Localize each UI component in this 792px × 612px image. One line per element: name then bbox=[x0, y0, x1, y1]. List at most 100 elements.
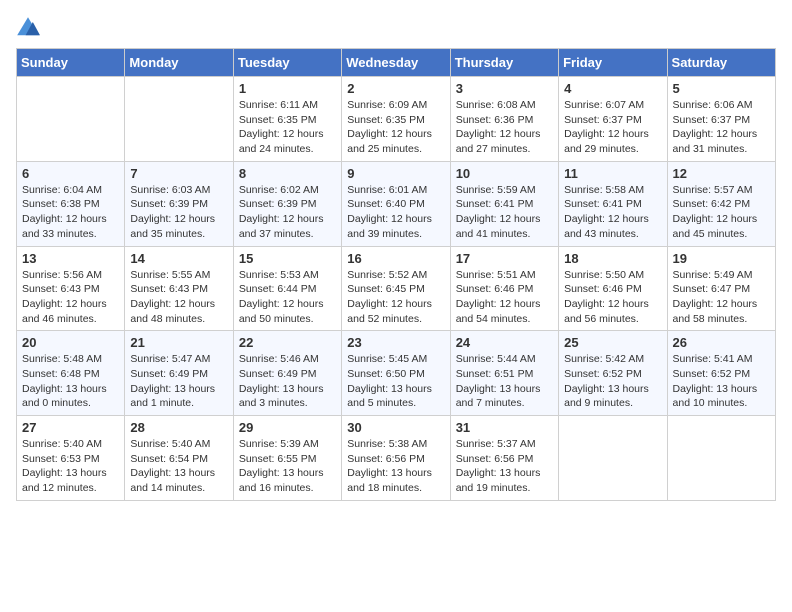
column-header-monday: Monday bbox=[125, 49, 233, 77]
calendar-cell: 26 Sunrise: 5:41 AM Sunset: 6:52 PM Dayli… bbox=[667, 331, 775, 416]
day-info: Sunrise: 5:41 AM Sunset: 6:52 PM Dayligh… bbox=[673, 352, 770, 411]
column-header-thursday: Thursday bbox=[450, 49, 558, 77]
calendar-cell: 24 Sunrise: 5:44 AM Sunset: 6:51 PM Dayli… bbox=[450, 331, 558, 416]
day-number: 5 bbox=[673, 81, 770, 96]
day-info: Sunrise: 6:03 AM Sunset: 6:39 PM Dayligh… bbox=[130, 183, 227, 242]
calendar-cell: 1 Sunrise: 6:11 AM Sunset: 6:35 PM Daylig… bbox=[233, 77, 341, 162]
calendar-cell: 2 Sunrise: 6:09 AM Sunset: 6:35 PM Daylig… bbox=[342, 77, 450, 162]
day-number: 22 bbox=[239, 335, 336, 350]
calendar-cell: 6 Sunrise: 6:04 AM Sunset: 6:38 PM Daylig… bbox=[17, 161, 125, 246]
day-info: Sunrise: 5:47 AM Sunset: 6:49 PM Dayligh… bbox=[130, 352, 227, 411]
day-number: 28 bbox=[130, 420, 227, 435]
day-info: Sunrise: 5:37 AM Sunset: 6:56 PM Dayligh… bbox=[456, 437, 553, 496]
calendar-week-4: 20 Sunrise: 5:48 AM Sunset: 6:48 PM Dayli… bbox=[17, 331, 776, 416]
column-header-sunday: Sunday bbox=[17, 49, 125, 77]
day-number: 27 bbox=[22, 420, 119, 435]
calendar-cell: 30 Sunrise: 5:38 AM Sunset: 6:56 PM Dayli… bbox=[342, 416, 450, 501]
day-info: Sunrise: 5:55 AM Sunset: 6:43 PM Dayligh… bbox=[130, 268, 227, 327]
calendar-cell: 21 Sunrise: 5:47 AM Sunset: 6:49 PM Dayli… bbox=[125, 331, 233, 416]
calendar-cell bbox=[125, 77, 233, 162]
day-info: Sunrise: 5:52 AM Sunset: 6:45 PM Dayligh… bbox=[347, 268, 444, 327]
day-info: Sunrise: 5:57 AM Sunset: 6:42 PM Dayligh… bbox=[673, 183, 770, 242]
column-header-saturday: Saturday bbox=[667, 49, 775, 77]
day-number: 16 bbox=[347, 251, 444, 266]
calendar-week-2: 6 Sunrise: 6:04 AM Sunset: 6:38 PM Daylig… bbox=[17, 161, 776, 246]
day-number: 12 bbox=[673, 166, 770, 181]
day-info: Sunrise: 5:58 AM Sunset: 6:41 PM Dayligh… bbox=[564, 183, 661, 242]
calendar-week-1: 1 Sunrise: 6:11 AM Sunset: 6:35 PM Daylig… bbox=[17, 77, 776, 162]
day-info: Sunrise: 5:48 AM Sunset: 6:48 PM Dayligh… bbox=[22, 352, 119, 411]
day-number: 20 bbox=[22, 335, 119, 350]
day-number: 31 bbox=[456, 420, 553, 435]
calendar-cell: 22 Sunrise: 5:46 AM Sunset: 6:49 PM Dayli… bbox=[233, 331, 341, 416]
calendar-cell: 14 Sunrise: 5:55 AM Sunset: 6:43 PM Dayli… bbox=[125, 246, 233, 331]
calendar-cell: 8 Sunrise: 6:02 AM Sunset: 6:39 PM Daylig… bbox=[233, 161, 341, 246]
calendar-cell: 12 Sunrise: 5:57 AM Sunset: 6:42 PM Dayli… bbox=[667, 161, 775, 246]
calendar-cell: 16 Sunrise: 5:52 AM Sunset: 6:45 PM Dayli… bbox=[342, 246, 450, 331]
day-info: Sunrise: 6:02 AM Sunset: 6:39 PM Dayligh… bbox=[239, 183, 336, 242]
day-number: 29 bbox=[239, 420, 336, 435]
day-number: 4 bbox=[564, 81, 661, 96]
logo bbox=[16, 16, 44, 40]
day-info: Sunrise: 5:38 AM Sunset: 6:56 PM Dayligh… bbox=[347, 437, 444, 496]
day-number: 1 bbox=[239, 81, 336, 96]
column-header-wednesday: Wednesday bbox=[342, 49, 450, 77]
day-number: 30 bbox=[347, 420, 444, 435]
calendar-cell: 31 Sunrise: 5:37 AM Sunset: 6:56 PM Dayli… bbox=[450, 416, 558, 501]
calendar-cell: 19 Sunrise: 5:49 AM Sunset: 6:47 PM Dayli… bbox=[667, 246, 775, 331]
day-info: Sunrise: 5:50 AM Sunset: 6:46 PM Dayligh… bbox=[564, 268, 661, 327]
column-header-tuesday: Tuesday bbox=[233, 49, 341, 77]
calendar-cell: 9Sunrise: 6:01 AM Sunset: 6:40 PM Daylig… bbox=[342, 161, 450, 246]
day-info: Sunrise: 5:49 AM Sunset: 6:47 PM Dayligh… bbox=[673, 268, 770, 327]
day-info: Sunrise: 6:09 AM Sunset: 6:35 PM Dayligh… bbox=[347, 98, 444, 157]
day-number: 7 bbox=[130, 166, 227, 181]
day-number: 26 bbox=[673, 335, 770, 350]
day-number: 15 bbox=[239, 251, 336, 266]
day-number: 13 bbox=[22, 251, 119, 266]
calendar-cell: 23 Sunrise: 5:45 AM Sunset: 6:50 PM Dayli… bbox=[342, 331, 450, 416]
day-info: Sunrise: 5:53 AM Sunset: 6:44 PM Dayligh… bbox=[239, 268, 336, 327]
day-number: 19 bbox=[673, 251, 770, 266]
calendar-cell bbox=[667, 416, 775, 501]
day-number: 2 bbox=[347, 81, 444, 96]
day-info: Sunrise: 5:42 AM Sunset: 6:52 PM Dayligh… bbox=[564, 352, 661, 411]
day-info: Sunrise: 6:11 AM Sunset: 6:35 PM Dayligh… bbox=[239, 98, 336, 157]
calendar-cell: 29Sunrise: 5:39 AM Sunset: 6:55 PM Dayli… bbox=[233, 416, 341, 501]
calendar-cell: 25 Sunrise: 5:42 AM Sunset: 6:52 PM Dayli… bbox=[559, 331, 667, 416]
calendar-header-row: SundayMondayTuesdayWednesdayThursdayFrid… bbox=[17, 49, 776, 77]
calendar-cell: 11 Sunrise: 5:58 AM Sunset: 6:41 PM Dayli… bbox=[559, 161, 667, 246]
calendar-cell: 13Sunrise: 5:56 AM Sunset: 6:43 PM Dayli… bbox=[17, 246, 125, 331]
day-number: 18 bbox=[564, 251, 661, 266]
calendar-cell: 17Sunrise: 5:51 AM Sunset: 6:46 PM Dayli… bbox=[450, 246, 558, 331]
day-number: 24 bbox=[456, 335, 553, 350]
day-info: Sunrise: 6:08 AM Sunset: 6:36 PM Dayligh… bbox=[456, 98, 553, 157]
page-header bbox=[16, 16, 776, 40]
day-number: 11 bbox=[564, 166, 661, 181]
calendar-cell: 10 Sunrise: 5:59 AM Sunset: 6:41 PM Dayli… bbox=[450, 161, 558, 246]
day-info: Sunrise: 6:06 AM Sunset: 6:37 PM Dayligh… bbox=[673, 98, 770, 157]
day-number: 8 bbox=[239, 166, 336, 181]
calendar-cell: 20 Sunrise: 5:48 AM Sunset: 6:48 PM Dayli… bbox=[17, 331, 125, 416]
day-number: 14 bbox=[130, 251, 227, 266]
day-number: 23 bbox=[347, 335, 444, 350]
calendar-cell bbox=[17, 77, 125, 162]
calendar-cell: 27 Sunrise: 5:40 AM Sunset: 6:53 PM Dayli… bbox=[17, 416, 125, 501]
calendar-week-5: 27 Sunrise: 5:40 AM Sunset: 6:53 PM Dayli… bbox=[17, 416, 776, 501]
calendar-cell: 5 Sunrise: 6:06 AM Sunset: 6:37 PM Daylig… bbox=[667, 77, 775, 162]
calendar-cell: 28 Sunrise: 5:40 AM Sunset: 6:54 PM Dayli… bbox=[125, 416, 233, 501]
day-info: Sunrise: 5:40 AM Sunset: 6:54 PM Dayligh… bbox=[130, 437, 227, 496]
day-number: 25 bbox=[564, 335, 661, 350]
column-header-friday: Friday bbox=[559, 49, 667, 77]
calendar-cell: 15 Sunrise: 5:53 AM Sunset: 6:44 PM Dayli… bbox=[233, 246, 341, 331]
day-info: Sunrise: 5:51 AM Sunset: 6:46 PM Dayligh… bbox=[456, 268, 553, 327]
day-number: 10 bbox=[456, 166, 553, 181]
day-number: 21 bbox=[130, 335, 227, 350]
day-info: Sunrise: 5:59 AM Sunset: 6:41 PM Dayligh… bbox=[456, 183, 553, 242]
day-number: 9 bbox=[347, 166, 444, 181]
day-info: Sunrise: 5:45 AM Sunset: 6:50 PM Dayligh… bbox=[347, 352, 444, 411]
day-info: Sunrise: 5:44 AM Sunset: 6:51 PM Dayligh… bbox=[456, 352, 553, 411]
day-info: Sunrise: 5:46 AM Sunset: 6:49 PM Dayligh… bbox=[239, 352, 336, 411]
day-info: Sunrise: 5:40 AM Sunset: 6:53 PM Dayligh… bbox=[22, 437, 119, 496]
day-info: Sunrise: 6:04 AM Sunset: 6:38 PM Dayligh… bbox=[22, 183, 119, 242]
day-number: 6 bbox=[22, 166, 119, 181]
